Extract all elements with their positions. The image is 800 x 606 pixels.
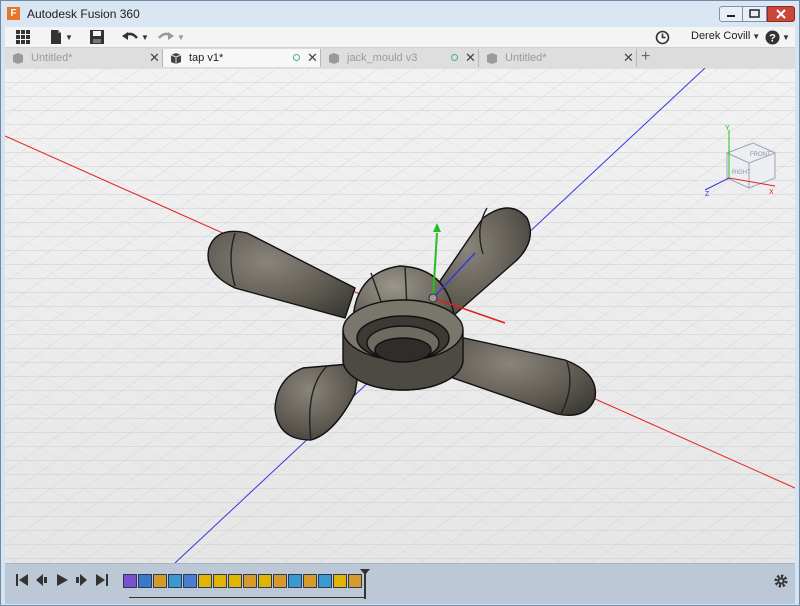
timeline-feature-revolve-icon[interactable] <box>288 574 302 588</box>
timeline-feature-fillet-icon[interactable] <box>198 574 212 588</box>
timeline-feature-extrude-icon[interactable] <box>153 574 167 588</box>
viewcube-y-label: Y <box>725 125 730 132</box>
data-panel-button[interactable] <box>15 28 31 46</box>
save-icon <box>90 30 104 44</box>
minimize-icon <box>727 15 735 17</box>
maximize-button[interactable] <box>743 6 767 22</box>
3d-viewport[interactable]: FRONT RIGHT Y Z X <box>5 68 795 563</box>
cube-icon <box>487 53 497 64</box>
timeline-feature-extrude-icon[interactable] <box>243 574 257 588</box>
user-menu[interactable]: Derek Covill ▼ <box>691 30 760 42</box>
close-window-button[interactable] <box>767 6 795 22</box>
tab-label: Untitled* <box>31 52 73 64</box>
document-tabs: Untitled* ✕ tap v1* ✕ jack_mould v3 ✕ Un… <box>5 48 795 69</box>
undo-button[interactable]: ▼ <box>121 28 149 46</box>
cube-icon <box>170 53 182 64</box>
tab-label: Untitled* <box>505 52 547 64</box>
tab-tap-v1[interactable]: tap v1* ✕ <box>163 49 321 67</box>
chevron-down-icon: ▼ <box>752 32 761 41</box>
cube-icon <box>13 53 23 64</box>
chevron-down-icon: ▼ <box>177 32 185 42</box>
step-back-icon[interactable] <box>35 573 49 587</box>
timeline-feature-sketch-icon[interactable] <box>123 574 137 588</box>
timeline-feature-combine-icon[interactable] <box>183 574 197 588</box>
timeline-feature-revolve-icon[interactable] <box>168 574 182 588</box>
saved-status-icon <box>451 54 458 61</box>
toolbar: ▼ ▼ ▼ Derek Covill ▼ ? ▼ <box>5 27 795 48</box>
tab-jack-mould-v3[interactable]: jack_mould v3 ✕ <box>321 49 479 67</box>
chevron-down-icon: ▼ <box>782 32 790 42</box>
timeline-feature-fillet-icon[interactable] <box>333 574 347 588</box>
timeline-feature-fillet-icon[interactable] <box>258 574 272 588</box>
gear-icon[interactable] <box>773 573 789 589</box>
step-forward-icon[interactable] <box>75 573 89 587</box>
viewcube-x-label: X <box>769 189 774 196</box>
file-icon <box>51 30 61 44</box>
file-menu-button[interactable]: ▼ <box>49 28 73 46</box>
tab-close-icon[interactable]: ✕ <box>307 50 318 66</box>
maximize-icon <box>749 9 760 18</box>
tab-close-icon[interactable]: ✕ <box>149 50 160 66</box>
undo-icon <box>122 32 138 40</box>
tab-close-icon[interactable]: ✕ <box>623 50 634 66</box>
chevron-down-icon: ▼ <box>141 32 149 42</box>
timeline-marker-icon[interactable] <box>360 569 370 599</box>
clock-icon <box>655 30 670 44</box>
fusion-logo-icon: F <box>7 7 20 20</box>
tab-untitled-2[interactable]: Untitled* ✕ <box>479 49 637 67</box>
canvas[interactable]: FRONT RIGHT Y Z X <box>5 68 795 563</box>
cube-icon <box>329 53 339 64</box>
timeline-feature-extrude-icon[interactable] <box>273 574 287 588</box>
timeline-track <box>129 591 365 598</box>
timeline-bar <box>5 563 795 604</box>
timeline-feature-fillet-icon[interactable] <box>213 574 227 588</box>
redo-icon <box>158 32 174 40</box>
timeline-feature-fillet-icon[interactable] <box>228 574 242 588</box>
tab-untitled-1[interactable]: Untitled* ✕ <box>5 49 163 67</box>
timeline-feature-extrude-icon[interactable] <box>303 574 317 588</box>
saved-status-icon <box>293 54 300 61</box>
new-tab-button[interactable]: + <box>641 48 650 66</box>
close-icon <box>776 9 786 19</box>
app-window: F Autodesk Fusion 360 ▼ ▼ ▼ Derek Covill… <box>0 0 800 606</box>
tab-close-icon[interactable]: ✕ <box>465 50 476 66</box>
title-bar: F Autodesk Fusion 360 <box>1 1 799 27</box>
help-button[interactable]: ? ▼ <box>765 28 790 46</box>
timeline-feature-move-icon[interactable] <box>138 574 152 588</box>
viewcube-z-label: Z <box>705 191 710 198</box>
user-name-label: Derek Covill <box>691 30 751 42</box>
grid-icon <box>16 30 30 44</box>
skip-to-start-icon[interactable] <box>15 573 29 587</box>
window-title: Autodesk Fusion 360 <box>27 7 140 21</box>
tab-label: tap v1* <box>189 52 224 64</box>
redo-button[interactable]: ▼ <box>157 28 185 46</box>
play-icon[interactable] <box>55 573 69 587</box>
job-status-button[interactable] <box>655 28 670 46</box>
save-button[interactable] <box>89 28 105 46</box>
minimize-button[interactable] <box>719 6 743 22</box>
svg-text:?: ? <box>769 32 776 44</box>
viewcube-right-label[interactable]: RIGHT <box>732 170 751 176</box>
tab-label: jack_mould v3 <box>347 52 418 64</box>
help-icon: ? <box>765 30 780 44</box>
skip-to-end-icon[interactable] <box>95 573 109 587</box>
viewcube-front-label[interactable]: FRONT <box>750 152 771 158</box>
chevron-down-icon: ▼ <box>65 32 73 42</box>
timeline-feature-revolve-icon[interactable] <box>318 574 332 588</box>
